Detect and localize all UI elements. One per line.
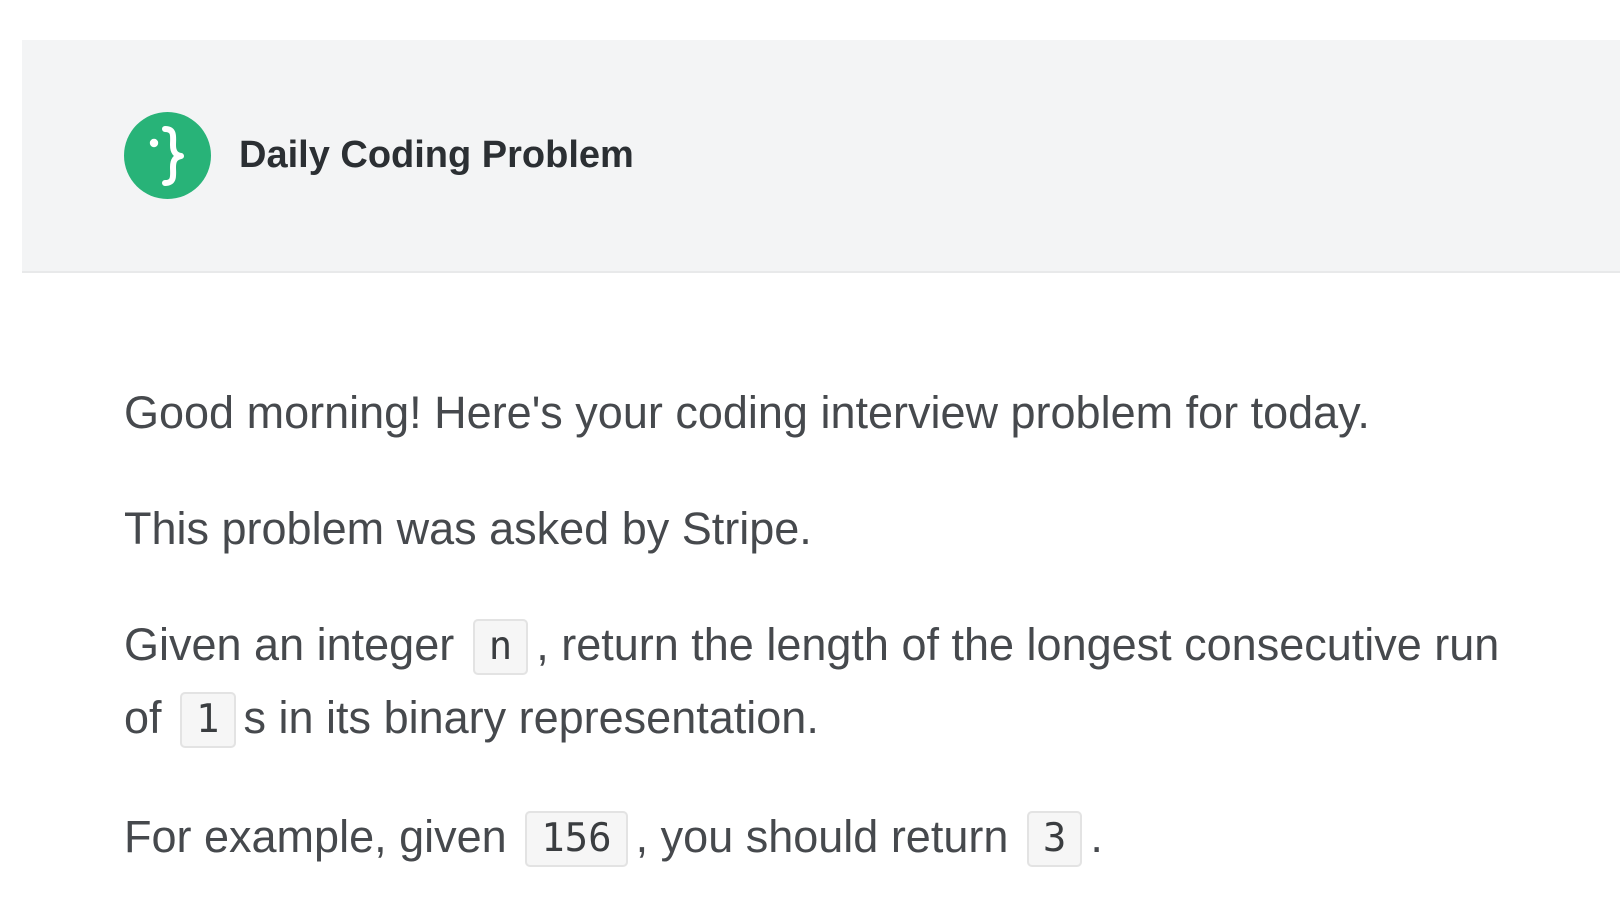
problem-text-part3: of	[124, 692, 162, 743]
problem-text-part4: s in its binary representation.	[243, 692, 819, 743]
company-line: This problem was asked by Stripe.	[124, 503, 812, 554]
example-text-part3: .	[1090, 811, 1103, 862]
code-one: 1	[180, 692, 236, 748]
example-text: For example, given 156, you should retur…	[124, 802, 1574, 875]
greeting-text: Good morning! Here's your coding intervi…	[124, 387, 1370, 438]
problem-text-part2: , return the length of the longest conse…	[536, 619, 1500, 670]
problem-statement: Given an integer n, return the length of…	[124, 610, 1574, 756]
code-output: 3	[1026, 811, 1083, 867]
brand-name: Daily Coding Problem	[239, 134, 634, 176]
email-page: Daily Coding Problem Good morning! Here'…	[0, 0, 1620, 906]
example-text-part1: For example, given	[124, 811, 507, 862]
code-n: n	[472, 619, 529, 675]
email-header: Daily Coding Problem	[22, 40, 1620, 273]
code-input: 156	[525, 811, 628, 867]
example-text-part2: , you should return	[635, 811, 1009, 862]
email-body: Good morning! Here's your coding intervi…	[124, 378, 1574, 906]
problem-text-part1: Given an integer	[124, 619, 455, 670]
curly-brace-logo-icon	[124, 112, 211, 199]
